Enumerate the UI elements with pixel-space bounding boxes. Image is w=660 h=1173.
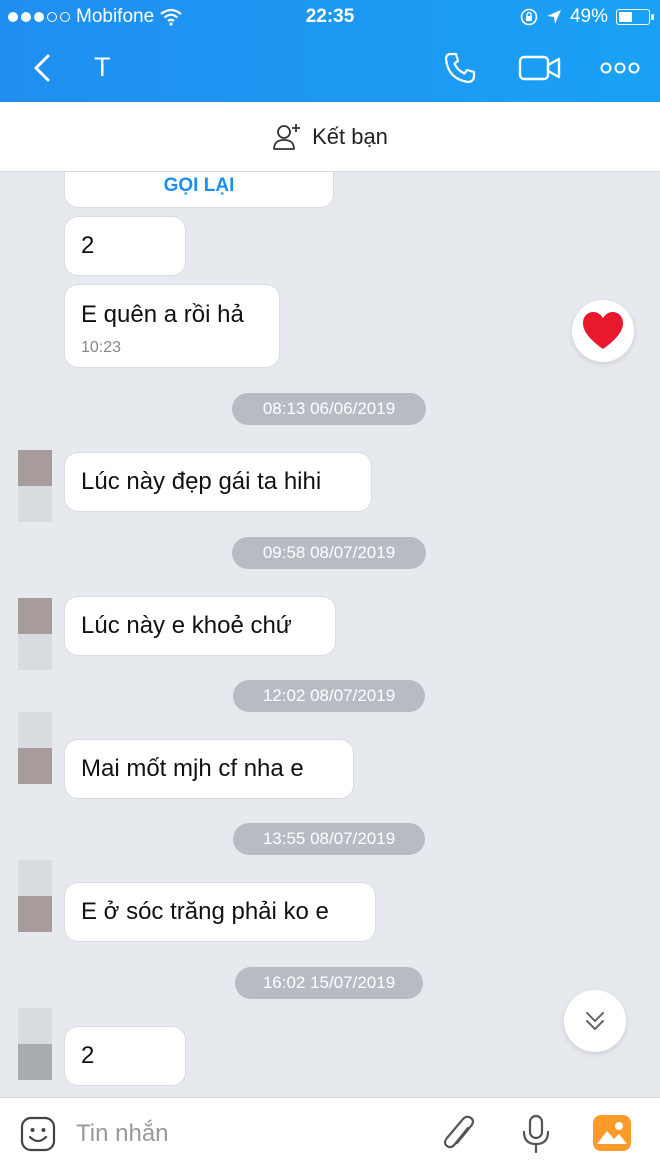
battery-percent: 49%	[569, 6, 608, 27]
heart-icon	[583, 312, 623, 349]
like-button[interactable]	[572, 300, 634, 362]
message-bubble[interactable]: E ở sóc trăng phải ko e	[64, 882, 376, 942]
message-text: Mai mốt mjh cf nha e	[81, 755, 304, 782]
message-text: E quên a rồi hả	[81, 301, 244, 328]
video-call-icon[interactable]	[518, 50, 562, 86]
scroll-to-bottom-button[interactable]	[564, 990, 626, 1052]
date-separator: 16:02 15/07/2019	[235, 967, 423, 999]
message-text: Lúc này e khoẻ chứ	[81, 612, 292, 639]
message-bubble[interactable]: Mai mốt mjh cf nha e	[64, 739, 354, 799]
avatar[interactable]	[18, 598, 52, 670]
phone-call-icon[interactable]	[442, 50, 478, 86]
message-input[interactable]: Tin nhắn	[76, 1120, 169, 1148]
location-icon	[546, 10, 561, 24]
conversation-header: T	[0, 34, 660, 102]
date-separator: 13:55 08/07/2019	[233, 823, 425, 855]
contact-name[interactable]: T	[94, 52, 111, 83]
message-bubble[interactable]: Lúc này e khoẻ chứ	[64, 596, 336, 656]
message-bubble[interactable]: Lúc này đẹp gái ta hihi	[64, 452, 372, 512]
double-chevron-down-icon	[586, 1012, 604, 1030]
call-back-button[interactable]: GỌI LẠI	[64, 172, 334, 208]
sticker-icon[interactable]	[20, 1116, 56, 1152]
message-bubble[interactable]: 2	[64, 1026, 186, 1086]
message-text: Lúc này đẹp gái ta hihi	[81, 468, 322, 495]
avatar[interactable]	[18, 1008, 52, 1080]
add-friend-icon	[273, 123, 301, 150]
message-text: E ở sóc trăng phải ko e	[81, 898, 329, 925]
message-time: 10:23	[81, 339, 122, 356]
message-composer: Tin nhắn	[0, 1097, 660, 1173]
back-icon[interactable]	[28, 50, 60, 86]
message-text: 2	[81, 232, 95, 259]
message-bubble[interactable]: 2	[64, 216, 186, 276]
microphone-icon[interactable]	[520, 1114, 552, 1154]
message-text: 2	[81, 1042, 95, 1069]
rotation-lock-icon	[520, 8, 538, 26]
gallery-icon[interactable]	[592, 1114, 632, 1152]
date-separator: 08:13 06/06/2019	[232, 393, 426, 425]
avatar[interactable]	[18, 450, 52, 522]
attachment-icon[interactable]	[442, 1114, 478, 1154]
status-bar: Mobifone 22:35 49%	[0, 0, 660, 34]
date-separator: 09:58 08/07/2019	[232, 537, 426, 569]
chat-area: GỌI LẠI 2 E quên a rồi hả 10:23 08:13 06…	[0, 172, 660, 1097]
avatar[interactable]	[18, 712, 52, 784]
message-bubble[interactable]: E quên a rồi hả 10:23	[64, 284, 280, 368]
more-options-icon[interactable]	[600, 60, 640, 76]
battery-icon	[616, 9, 654, 25]
date-separator: 12:02 08/07/2019	[233, 680, 425, 712]
top-bar: Mobifone 22:35 49% T	[0, 0, 660, 102]
add-friend-label: Kết bạn	[312, 123, 388, 149]
avatar[interactable]	[18, 860, 52, 932]
add-friend-button[interactable]: Kết bạn	[0, 102, 660, 172]
